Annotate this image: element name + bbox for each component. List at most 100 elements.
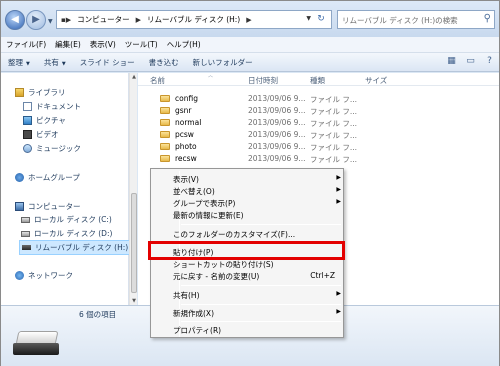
organize-label: 整理 [8, 57, 23, 67]
menu-item-group-by[interactable]: グループで表示(P) ▶ [173, 198, 341, 210]
column-header-size[interactable]: サイズ [365, 75, 387, 86]
menu-view[interactable]: 表示(V) [90, 39, 116, 50]
nav-item-libraries[interactable]: ライブラリ [15, 87, 66, 98]
slideshow-button[interactable]: スライド ショー [80, 57, 135, 68]
folder-icon [160, 119, 170, 126]
nav-item-network[interactable]: ネットワーク [15, 270, 73, 281]
nav-label: ビデオ [36, 130, 59, 139]
file-name: recsw [175, 154, 197, 163]
menu-help[interactable]: ヘルプ(H) [167, 39, 201, 50]
column-header-date[interactable]: 日付時刻 [248, 75, 278, 86]
search-placeholder: リムーバブル ディスク (H:)の検索 [342, 16, 458, 25]
breadcrumb-computer[interactable]: コンピューター [77, 14, 130, 25]
menu-separator [181, 321, 341, 322]
command-bar: 整理 ▼ 共有 ▼ スライド ショー 書き込む 新しいフォルダー ▦ ▭ ? [1, 53, 499, 72]
documents-icon [23, 102, 32, 111]
paste-highlight-box [148, 241, 345, 260]
nav-item-pictures[interactable]: ピクチャ [23, 115, 66, 126]
menu-item-customize[interactable]: このフォルダーのカスタマイズ(F)... [173, 229, 341, 241]
menu-item-refresh[interactable]: 最新の情報に更新(E) [173, 210, 341, 222]
chevron-down-icon: ▼ [26, 60, 30, 67]
nav-label: コンピューター [28, 202, 81, 211]
nav-item-local-disk-c[interactable]: ローカル ディスク (C:) [21, 214, 112, 225]
burn-button[interactable]: 書き込む [149, 57, 179, 68]
item-count: 6 個の項目 [79, 310, 117, 319]
nav-item-computer[interactable]: コンピューター [15, 201, 81, 212]
menu-item-undo[interactable]: 元に戻す - 名前の変更(U) Ctrl+Z [173, 271, 341, 283]
file-name-cell: pcsw [160, 130, 194, 139]
file-row[interactable]: gsnr 2013/09/06 9... ファイル フ... [138, 105, 499, 117]
nav-item-videos[interactable]: ビデオ [23, 129, 59, 140]
file-name: photo [175, 142, 197, 151]
address-dropdown-icon[interactable]: ▼ [306, 15, 311, 22]
file-row[interactable]: config 2013/09/06 9... ファイル フ... [138, 93, 499, 105]
removable-drive-icon [13, 331, 61, 357]
file-name-cell: config [160, 94, 198, 103]
help-icon[interactable]: ? [484, 56, 495, 67]
menu-item-label: 元に戻す - 名前の変更(U) [173, 272, 260, 281]
preview-pane-icon[interactable]: ▭ [465, 56, 476, 67]
column-header-name[interactable]: 名前 [150, 75, 165, 86]
breadcrumb-separator-icon[interactable]: ▶ [136, 16, 141, 24]
new-folder-button[interactable]: 新しいフォルダー [193, 57, 253, 68]
breadcrumb-removable-disk[interactable]: リムーバブル ディスク (H:) [147, 14, 240, 25]
search-input[interactable]: リムーバブル ディスク (H:)の検索 ⚲ [337, 10, 495, 29]
menu-file[interactable]: ファイル(F) [6, 39, 46, 50]
menu-separator [181, 285, 341, 286]
file-date: 2013/09/06 9... [248, 154, 306, 163]
hard-disk-icon [21, 216, 30, 223]
back-arrow-icon: ◀ [11, 14, 19, 25]
back-button[interactable]: ◀ [5, 10, 25, 30]
submenu-arrow-icon: ▶ [336, 186, 341, 193]
nav-label: ライブラリ [28, 88, 66, 97]
menu-item-share[interactable]: 共有(H) ▶ [173, 290, 341, 302]
forward-button[interactable]: ▶ [26, 10, 46, 30]
file-type: ファイル フ... [310, 107, 358, 116]
navigation-scrollbar[interactable]: ▲ ▼ [129, 73, 137, 305]
file-row[interactable]: normal 2013/09/06 9... ファイル フ... [138, 117, 499, 129]
nav-label: ローカル ディスク (D:) [34, 229, 113, 238]
menu-item-properties[interactable]: プロパティ(R) [173, 325, 341, 337]
nav-item-removable-disk-h[interactable]: リムーバブル ディスク (H:) [19, 240, 132, 255]
forward-arrow-icon: ▶ [32, 14, 40, 25]
nav-item-local-disk-d[interactable]: ローカル ディスク (D:) [21, 228, 112, 239]
menu-tools[interactable]: ツール(T) [125, 39, 158, 50]
breadcrumb-separator-icon[interactable]: ▶ [246, 16, 251, 24]
file-date: 2013/09/06 9... [248, 118, 306, 127]
nav-item-music[interactable]: ミュージック [23, 143, 81, 154]
organize-button[interactable]: 整理 ▼ [8, 57, 30, 68]
menu-item-sort-by[interactable]: 並べ替え(O) ▶ [173, 186, 341, 198]
file-row[interactable]: photo 2013/09/06 9... ファイル フ... [138, 141, 499, 153]
refresh-icon[interactable]: ↻ [314, 13, 328, 26]
menu-item-paste-shortcut[interactable]: ショートカットの貼り付け(S) [173, 259, 341, 271]
file-date: 2013/09/06 9... [248, 142, 306, 151]
file-row[interactable]: recsw 2013/09/06 9... ファイル フ... [138, 153, 499, 165]
scrollbar-thumb[interactable] [131, 193, 137, 293]
view-options-icon[interactable]: ▦ [446, 56, 457, 67]
nav-item-homegroup[interactable]: ホームグループ [15, 172, 80, 183]
menu-item-label: 新規作成(X) [173, 309, 214, 318]
menu-item-new[interactable]: 新規作成(X) ▶ [173, 308, 341, 320]
nav-label: ドキュメント [36, 102, 81, 111]
file-row[interactable]: pcsw 2013/09/06 9... ファイル フ... [138, 129, 499, 141]
menu-item-label: 並べ替え(O) [173, 187, 215, 196]
scroll-down-icon[interactable]: ▼ [131, 298, 137, 304]
recent-pages-dropdown-icon[interactable]: ▼ [48, 18, 55, 25]
menu-edit[interactable]: 編集(E) [55, 39, 81, 50]
file-type: ファイル フ... [310, 95, 358, 104]
column-headers: ︿ 名前 日付時刻 種類 サイズ [138, 73, 499, 86]
music-icon [23, 144, 32, 153]
nav-item-documents[interactable]: ドキュメント [23, 101, 81, 112]
column-header-type[interactable]: 種類 [310, 75, 325, 86]
file-date: 2013/09/06 9... [248, 106, 306, 115]
file-name: gsnr [175, 106, 192, 115]
file-type: ファイル フ... [310, 143, 358, 152]
search-icon[interactable]: ⚲ [484, 13, 491, 24]
menu-item-label: 共有(H) [173, 291, 200, 300]
share-button[interactable]: 共有 ▼ [44, 57, 66, 68]
nav-label: ホームグループ [28, 173, 80, 182]
menu-item-view[interactable]: 表示(V) ▶ [173, 174, 341, 186]
share-label: 共有 [43, 57, 59, 67]
scroll-up-icon[interactable]: ▲ [131, 74, 137, 80]
address-bar[interactable]: ▪▶ コンピューター ▶ リムーバブル ディスク (H:) ▶ ▼ ↻ [56, 10, 332, 29]
